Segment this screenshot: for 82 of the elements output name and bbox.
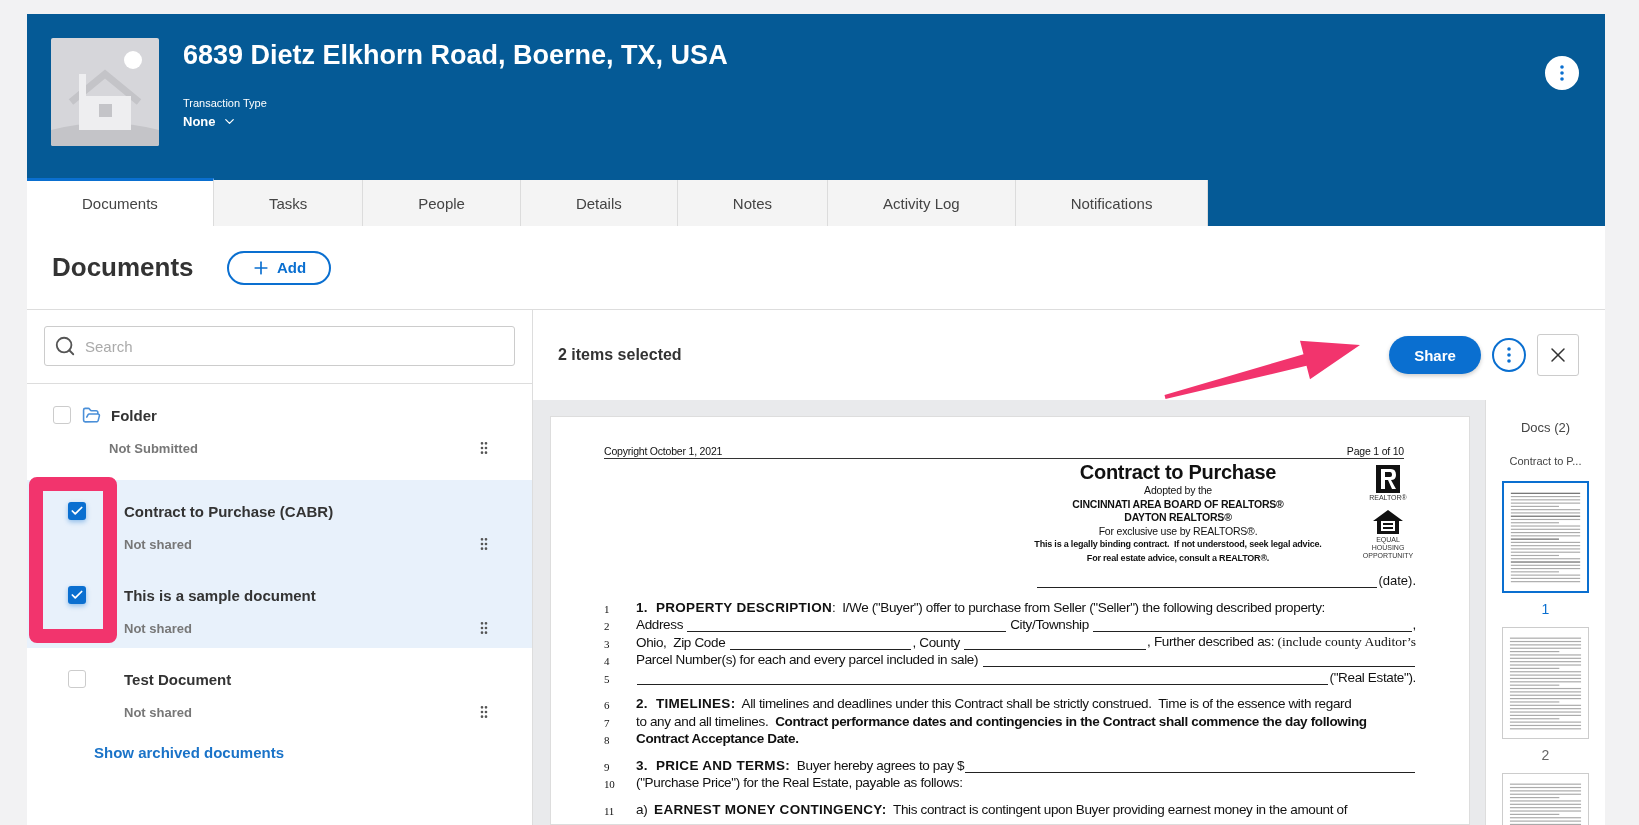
checkbox[interactable] xyxy=(53,406,71,424)
contract-text: a) EARNEST MONEY CONTINGENCY: This contract is contingent upon Buyer providing earnest money in the amount of xyxy=(636,801,1348,817)
contract-text: City/Township xyxy=(1009,617,1090,632)
document-row[interactable]: Folder Not Submitted xyxy=(27,384,532,480)
line-number: 6 xyxy=(604,699,611,711)
tab[interactable]: Documents xyxy=(27,178,214,226)
close-button[interactable] xyxy=(1537,334,1579,376)
contract-subtitle: Adopted by the xyxy=(1144,484,1212,498)
transaction-type-dropdown[interactable]: None xyxy=(183,114,728,129)
contract-text: Ohio, Zip Code xyxy=(636,634,727,650)
document-name: Folder xyxy=(111,406,157,424)
document-name: Test Document xyxy=(124,670,232,688)
tab[interactable]: Details xyxy=(520,180,678,226)
line-number: 1 xyxy=(604,602,611,615)
page-label: 2 xyxy=(1541,747,1550,763)
section-title: Documents xyxy=(52,252,194,283)
line-number: 2 xyxy=(604,620,611,632)
property-address: 6839 Dietz Elkhorn Road, Boerne, TX, USA xyxy=(183,40,728,71)
tab[interactable]: Notes xyxy=(677,180,828,226)
checkbox[interactable] xyxy=(68,586,86,604)
contract-subtitle: For real estate advice, consult a REALTOR®. xyxy=(1086,551,1270,565)
thumbnail-document-name: Contract to P... xyxy=(1509,455,1582,467)
page-label: 1 xyxy=(1541,601,1550,617)
line-number: 11 xyxy=(604,804,615,817)
document-row[interactable]: Contract to Purchase (CABR) Not shared xyxy=(27,480,532,564)
line-number: 5 xyxy=(604,672,611,685)
copyright-text: Copyright October 1, 2021 xyxy=(604,445,723,457)
contract-text: Parcel Number(s) for each and every parcel included in sale) xyxy=(636,652,980,667)
check-icon xyxy=(70,504,84,518)
share-button[interactable]: Share xyxy=(1389,336,1481,374)
tab[interactable]: Tasks xyxy=(213,180,364,226)
document-status: Not shared xyxy=(124,620,192,636)
document-status: Not shared xyxy=(124,536,192,552)
contract-text: Address xyxy=(636,617,685,632)
line-number: 8 xyxy=(604,734,611,746)
tab[interactable]: Activity Log xyxy=(828,180,1016,226)
contract-text: 1. PROPERTY DESCRIPTION: I/We ("Buyer") offer to purchase from Seller ("Seller") the following described property: xyxy=(636,599,1325,615)
document-status: Not shared xyxy=(124,704,192,720)
contract-text: ("Purchase Price") for the Real Estate, payable as follows: xyxy=(636,775,963,790)
realtor-logo-icon xyxy=(1376,465,1400,493)
tab[interactable]: People xyxy=(363,180,521,226)
check-icon xyxy=(70,588,84,602)
contract-text: 3. PRICE AND TERMS: Buyer hereby agrees to pay $ xyxy=(636,757,965,773)
document-row[interactable]: This is a sample document Not shared xyxy=(27,564,532,648)
tab[interactable]: Notifications xyxy=(1015,180,1209,226)
contract-text: 2. TIMELINES: All timelines and deadlines under this Contract shall be strictly construed. Time is of the essence with regard xyxy=(636,696,1352,711)
more-options-button[interactable] xyxy=(1492,338,1526,372)
show-archived-link[interactable]: Show archived documents xyxy=(94,744,285,761)
contract-subtitle: DAYTON REALTORS® xyxy=(1124,511,1232,525)
selection-count: 2 items selected xyxy=(558,346,682,364)
contract-subtitle: This is a legally binding contract. If not understood, seek legal advice. xyxy=(1034,538,1322,551)
docs-count-title: Docs (2) xyxy=(1520,420,1571,435)
contract-text: Contract Acceptance Date. xyxy=(636,731,799,746)
search-icon xyxy=(54,335,76,357)
document-row[interactable]: Test Document Not shared xyxy=(27,648,532,732)
line-number: 9 xyxy=(604,760,611,773)
contract-subtitle: For exclusive use by REALTORS®. xyxy=(1098,524,1258,538)
search-field[interactable]: Search xyxy=(44,326,515,366)
folder-icon xyxy=(82,405,101,425)
contract-text: to any and all timelines. Contract performance dates and contingencies in the Contract shall commence the day following xyxy=(636,713,1367,729)
line-number: 4 xyxy=(604,655,611,667)
checkbox[interactable] xyxy=(68,502,86,520)
add-button[interactable]: Add xyxy=(226,250,331,285)
contract-text: ("Real Estate"). xyxy=(1329,669,1416,685)
line-number: 10 xyxy=(604,778,616,790)
document-name: Contract to Purchase (CABR) xyxy=(124,502,334,520)
contract-text: , Further described as: (include county Auditor’s xyxy=(1147,633,1416,650)
contract-text: , xyxy=(1412,617,1416,632)
checkbox[interactable] xyxy=(68,670,86,688)
document-status: Not Submitted xyxy=(109,440,198,456)
document-name: This is a sample document xyxy=(124,586,316,604)
kebab-icon xyxy=(1507,347,1511,363)
contract-text: , County xyxy=(912,634,961,650)
line-number: 7 xyxy=(604,716,611,729)
line-number: 3 xyxy=(604,637,611,650)
page-number: Page 1 of 10 xyxy=(1346,445,1404,457)
contract-title: Contract to Purchase xyxy=(1079,461,1277,484)
contract-subtitle: CINCINNATI AREA BOARD OF REALTORS® xyxy=(1072,497,1284,511)
kebab-icon xyxy=(1560,65,1564,81)
transaction-type-label: Transaction Type xyxy=(183,97,268,109)
contract-text: (date). xyxy=(1378,573,1416,588)
equal-housing-icon xyxy=(1372,509,1404,535)
